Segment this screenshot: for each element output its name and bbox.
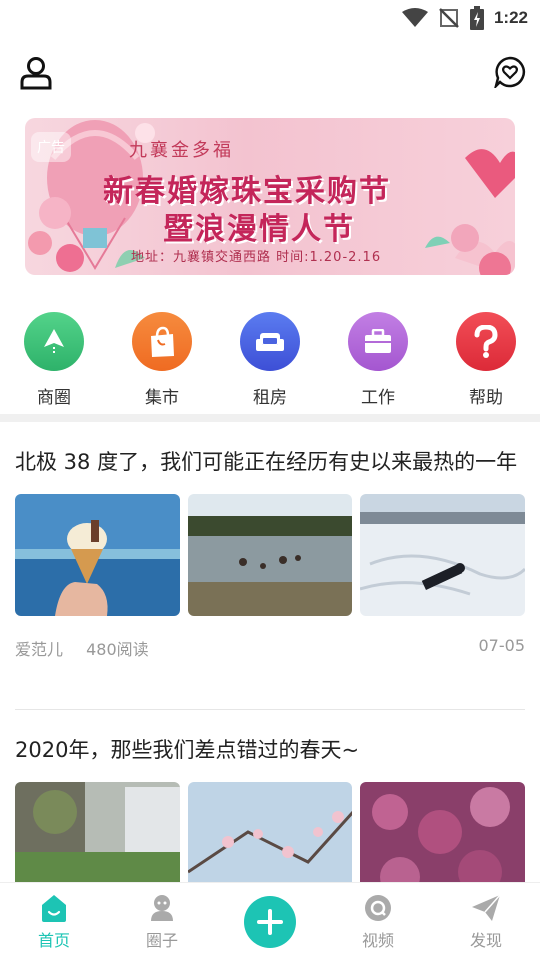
tab-label: 首页 <box>37 930 70 950</box>
article-card[interactable]: 2020年，那些我们差点错过的春天~ <box>15 734 526 904</box>
banner-headline-2: 暨浪漫情人节 <box>163 212 355 247</box>
group-icon <box>151 894 173 921</box>
nav-label: 租房 <box>253 388 287 408</box>
location-arrow-icon <box>44 328 64 355</box>
article-title: 北极 38 度了，我们可能正在经历有史以来最热的一年 <box>15 450 518 474</box>
no-signal-icon <box>438 7 460 29</box>
wifi-icon <box>401 8 428 28</box>
nav-item-market[interactable]: 集市 <box>108 312 216 408</box>
tab-label: 发现 <box>469 930 502 950</box>
article-author: 爱范儿 <box>15 640 64 659</box>
thumbnail-river <box>187 494 353 616</box>
heart-chat-icon <box>493 56 526 91</box>
nav-circle-business <box>24 312 84 371</box>
article-card[interactable]: 北极 38 度了，我们可能正在经历有史以来最热的一年 爱范儿 480阅读 07-… <box>15 446 526 660</box>
nav-circle-market <box>132 312 192 371</box>
tab-home[interactable]: 首页 <box>0 893 108 951</box>
nav-item-help[interactable]: 帮助 <box>432 312 540 408</box>
nav-item-work[interactable]: 工作 <box>324 312 432 408</box>
add-post-button[interactable] <box>244 895 296 948</box>
nav-circle-help <box>456 312 516 371</box>
ad-tag: 广告 <box>31 132 71 162</box>
tab-label: 视频 <box>361 930 394 950</box>
user-profile-button[interactable] <box>18 54 54 90</box>
nav-circle-rental <box>240 312 300 371</box>
clock: 1:22 <box>493 8 528 27</box>
tab-circle[interactable]: 圈子 <box>108 893 216 951</box>
banner-brand: 九襄金多福 <box>129 140 234 161</box>
nav-circle-work <box>348 312 408 371</box>
tab-discover[interactable]: 发现 <box>432 893 540 951</box>
messages-button[interactable] <box>493 56 526 91</box>
video-icon <box>365 894 391 921</box>
user-icon <box>20 57 52 90</box>
banner-info: 地址：九襄镇交通西路 时间:1.20-2.16 <box>131 250 382 265</box>
thumbnail-ice-cream <box>15 494 180 616</box>
nav-item-rental[interactable]: 租房 <box>216 312 324 408</box>
paper-plane-icon <box>472 894 501 921</box>
section-divider <box>0 414 540 422</box>
plus-icon <box>257 908 283 935</box>
article-date: 07-05 <box>478 636 526 655</box>
thumbnail-snow <box>360 494 526 616</box>
article-title: 2020年，那些我们差点错过的春天~ <box>15 738 360 762</box>
quick-nav: 商圈 集市 租房 工作 帮助 <box>0 312 540 408</box>
article-reads: 480阅读 <box>86 640 149 659</box>
tab-label: 圈子 <box>145 930 178 950</box>
status-bar: 1:22 <box>0 0 540 36</box>
nav-label: 工作 <box>361 388 395 408</box>
tab-video[interactable]: 视频 <box>324 893 432 951</box>
shopping-bag-icon <box>151 326 174 357</box>
nav-label: 商圈 <box>37 388 71 408</box>
promo-banner[interactable]: 广告 九襄金多福 新春婚嫁珠宝采购节 暨浪漫情人节 地址：九襄镇交通西路 时间:… <box>25 118 515 275</box>
sofa-icon <box>256 332 284 351</box>
article-separator <box>15 709 525 710</box>
battery-charging-icon <box>469 6 484 30</box>
nav-label: 帮助 <box>469 388 503 408</box>
nav-label: 集市 <box>145 388 179 408</box>
nav-item-business[interactable]: 商圈 <box>0 312 108 408</box>
tab-add[interactable] <box>216 895 324 948</box>
top-bar <box>0 48 540 100</box>
article-thumbnails <box>15 494 526 616</box>
briefcase-icon <box>365 328 391 353</box>
home-icon <box>42 894 66 922</box>
article-meta: 爱范儿 480阅读 07-05 <box>15 636 525 660</box>
bottom-tab-bar: 首页 圈子 视频 发现 <box>0 882 540 960</box>
question-mark-icon <box>474 324 498 358</box>
